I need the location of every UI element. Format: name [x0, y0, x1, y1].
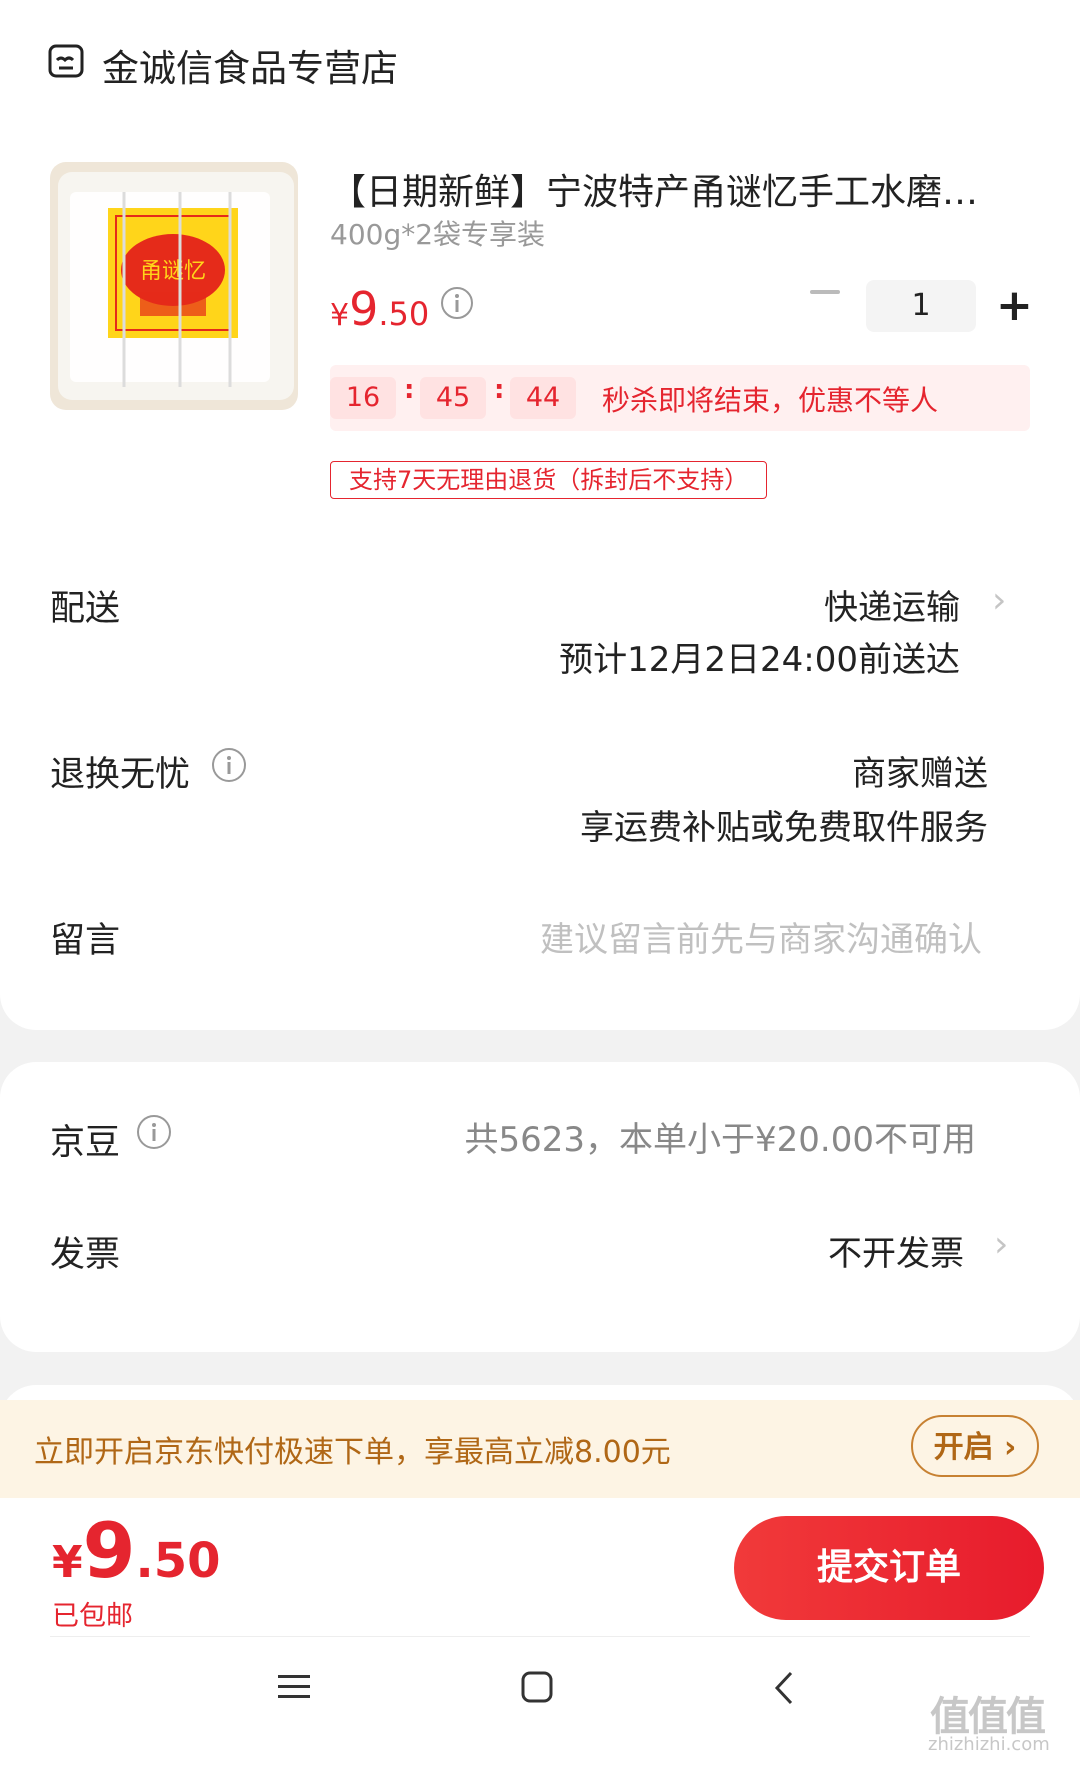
price-info-icon[interactable]: [440, 286, 474, 320]
returns-info-icon[interactable]: [211, 747, 247, 783]
price-integer: 9: [349, 282, 379, 336]
quantity-input[interactable]: 1: [866, 280, 976, 332]
fastpay-text: 立即开启京东快付极速下单，享最高立减8.00元: [34, 1435, 671, 1470]
menu-nav-icon[interactable]: [276, 1672, 312, 1702]
invoice-value[interactable]: 不开发票: [828, 1226, 964, 1275]
price-symbol: ¥: [330, 298, 350, 333]
submit-order-button[interactable]: 提交订单: [734, 1516, 1044, 1620]
message-input[interactable]: 建议留言前先与商家沟通确认: [540, 912, 982, 961]
total-price: ¥9.50: [52, 1506, 221, 1595]
price-decimal: .50: [378, 295, 430, 333]
countdown-minutes: 45: [420, 377, 486, 419]
store-icon: [47, 43, 85, 81]
watermark-url: zhizhizhi.com: [928, 1734, 1050, 1755]
invoice-chevron-icon[interactable]: ›: [994, 1224, 1008, 1265]
countdown-separator: :: [404, 375, 415, 405]
seckill-banner: 16 : 45 : 44 秒杀即将结束，优惠不等人: [330, 365, 1030, 431]
delivery-method[interactable]: 快递运输: [824, 580, 960, 629]
total-price-decimal: .50: [135, 1533, 221, 1589]
delivery-label: 配送: [50, 589, 121, 629]
product-price: ¥9.50: [330, 282, 429, 336]
product-image[interactable]: 甬谜忆: [50, 162, 298, 410]
jingdou-value: 共5623，本单小于¥20.00不可用: [464, 1120, 977, 1160]
divider: [50, 1636, 1030, 1637]
jingdou-info-icon[interactable]: [136, 1114, 172, 1150]
returns-label: 退换无忧: [50, 755, 191, 795]
total-price-integer: 9: [82, 1506, 136, 1595]
product-title[interactable]: 【日期新鲜】宁波特产甬谜忆手工水磨年…: [330, 163, 1010, 215]
product-spec: 400g*2袋专享装: [330, 218, 546, 251]
invoice-label: 发票: [50, 1235, 121, 1275]
store-name[interactable]: 金诚信食品专营店: [102, 38, 398, 92]
quantity-decrease-button[interactable]: [810, 290, 840, 294]
countdown-separator: :: [494, 375, 505, 405]
delivery-eta: 预计12月2日24:00前送达: [559, 640, 960, 680]
home-nav-icon[interactable]: [520, 1670, 554, 1704]
delivery-chevron-icon[interactable]: ›: [992, 580, 1006, 621]
fastpay-open-button[interactable]: 开启 ›: [911, 1415, 1039, 1477]
message-label: 留言: [50, 921, 121, 961]
jingdou-label: 京豆: [50, 1123, 121, 1163]
seckill-text: 秒杀即将结束，优惠不等人: [602, 384, 939, 417]
fastpay-banner: 立即开启京东快付极速下单，享最高立减8.00元 开启 ›: [0, 1400, 1080, 1498]
countdown-hours: 16: [330, 377, 396, 419]
returns-value: 商家赠送: [852, 754, 988, 794]
quantity-increase-button[interactable]: +: [996, 284, 1033, 328]
product-image-label: 甬谜忆: [140, 259, 206, 284]
free-shipping-label: 已包邮: [52, 1601, 133, 1632]
returns-detail: 享运费补贴或免费取件服务: [580, 808, 988, 848]
back-nav-icon[interactable]: [772, 1670, 796, 1706]
order-card: [0, 0, 1080, 1030]
total-price-symbol: ¥: [52, 1537, 83, 1588]
return-policy-tag: 支持7天无理由退货（拆封后不支持）: [330, 461, 768, 499]
options-card: [0, 1062, 1080, 1352]
countdown-seconds: 44: [510, 377, 576, 419]
